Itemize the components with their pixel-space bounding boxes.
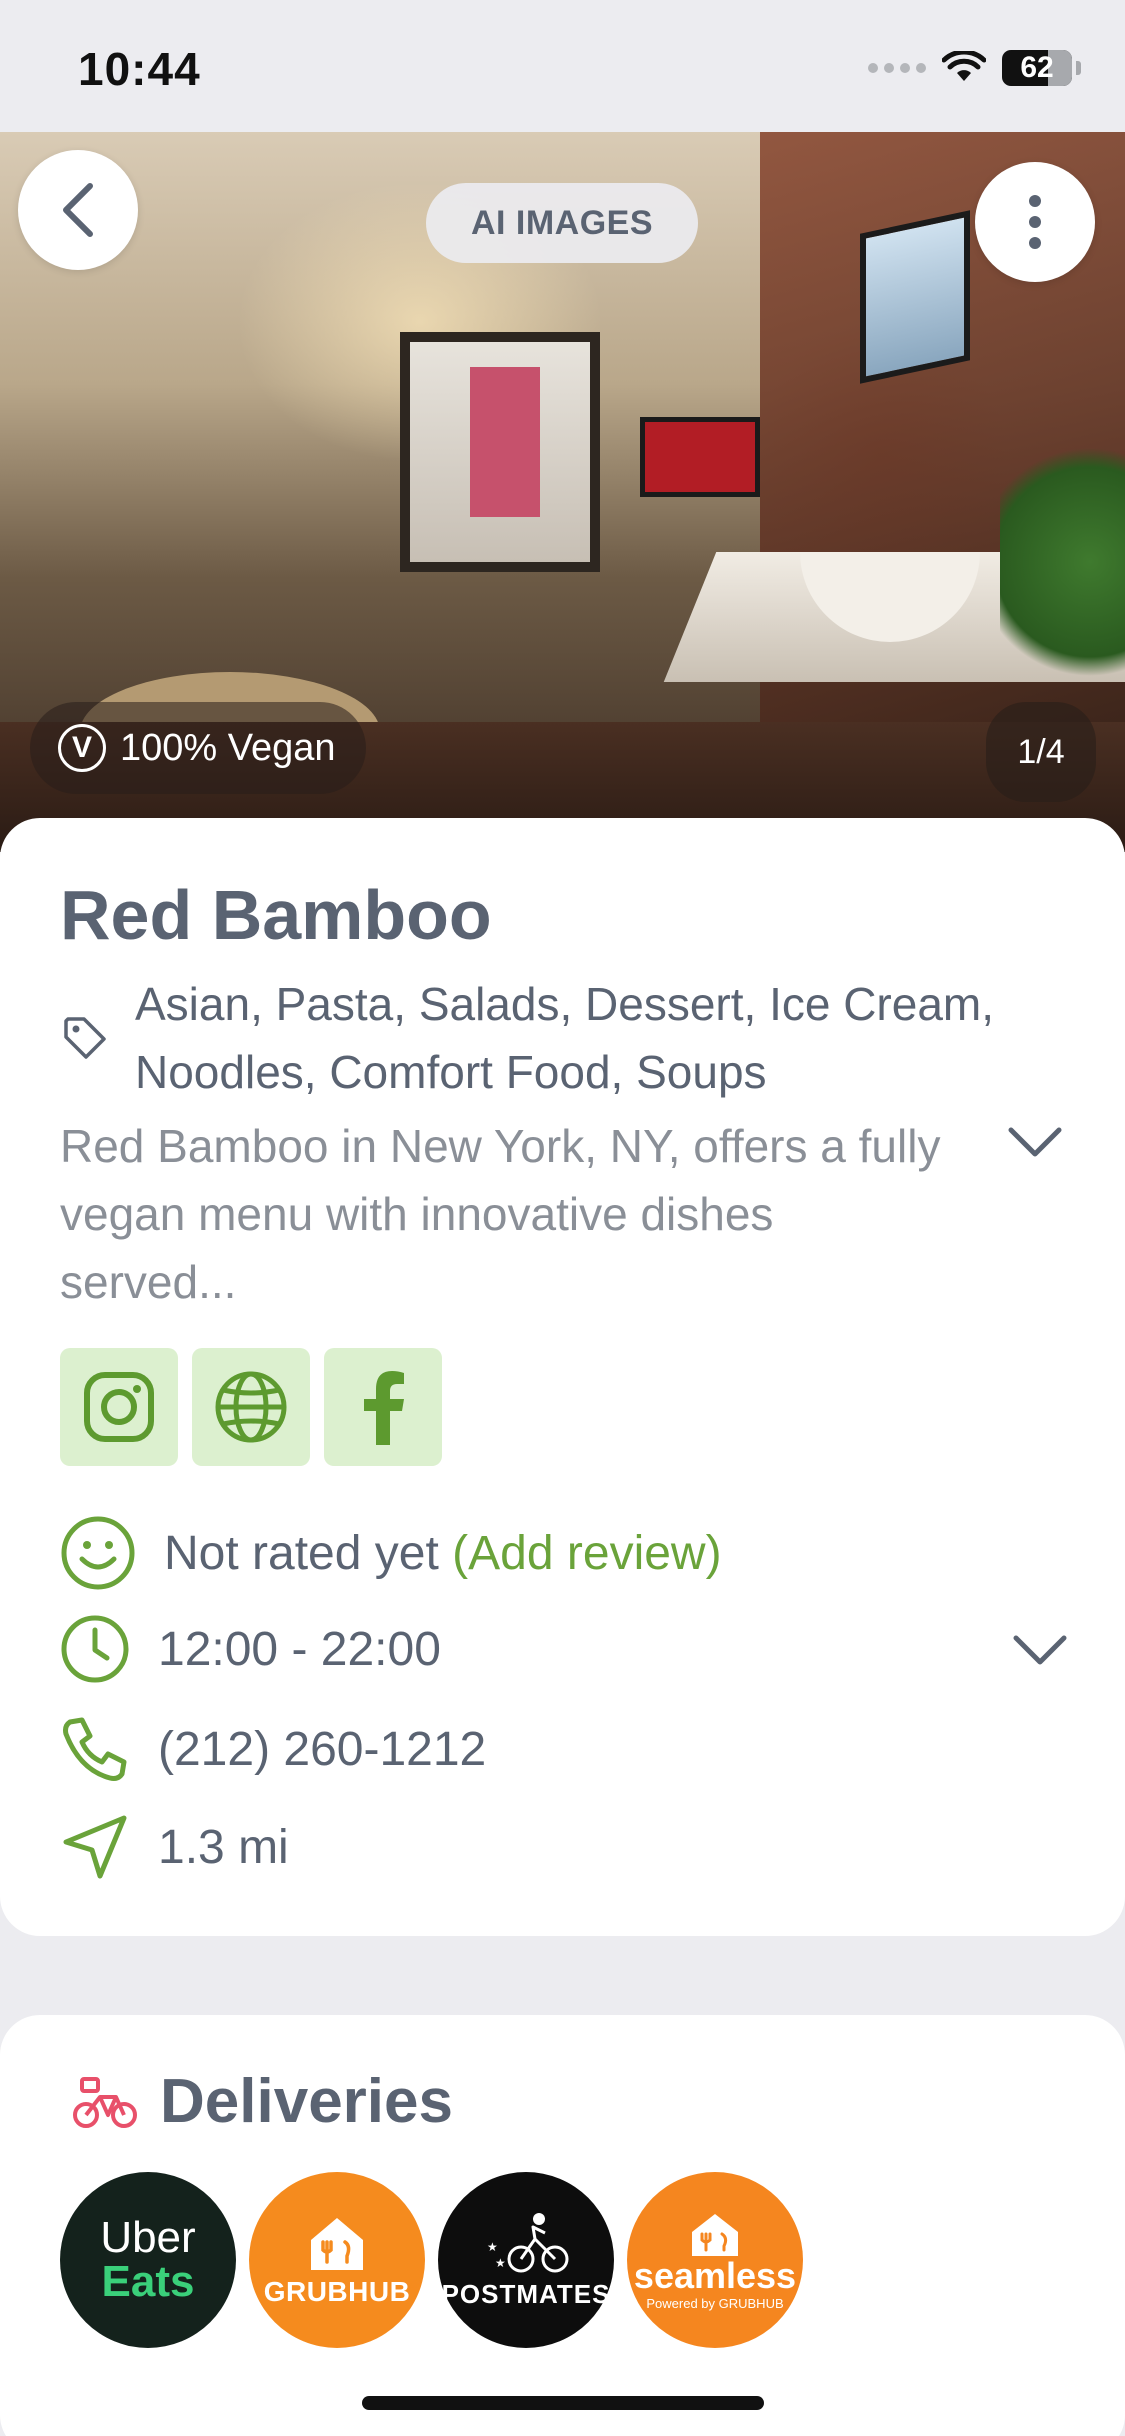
more-vertical-icon: [1029, 195, 1041, 249]
distance-row[interactable]: 1.3 mi: [60, 1812, 289, 1882]
more-options-button[interactable]: [975, 162, 1095, 282]
postmates-rider-icon: ★ ★: [487, 2212, 569, 2272]
seamless-logo-text: seamless: [633, 2254, 797, 2296]
back-button[interactable]: [18, 150, 138, 270]
rating-text: Not rated yet: [164, 1526, 439, 1580]
chevron-down-icon[interactable]: [1010, 1630, 1070, 1670]
vegan-label: 100% Vegan: [120, 726, 336, 769]
status-time: 10:44: [78, 43, 201, 95]
ai-images-label[interactable]: AI IMAGES: [426, 183, 698, 263]
clock-icon: [61, 1615, 129, 1683]
distance: 1.3 mi: [158, 1820, 289, 1874]
smiley-icon: [61, 1516, 135, 1590]
status-bar: 10:44 62: [0, 0, 1125, 132]
social-links: [60, 1348, 442, 1466]
opening-hours: 12:00 - 22:00: [158, 1622, 441, 1676]
status-indicators: 62: [868, 50, 1081, 86]
grubhub-button[interactable]: GRUBHUB: [249, 2172, 425, 2348]
seamless-button[interactable]: seamless Powered by GRUBHUB: [627, 2172, 803, 2348]
battery-level: 62: [1020, 51, 1054, 84]
phone-icon: [63, 1717, 127, 1781]
seamless-powered-by: Powered by GRUBHUB: [646, 2295, 784, 2311]
chevron-down-icon[interactable]: [1005, 1122, 1065, 1162]
grubhub-logo-text: GRUBHUB: [263, 2276, 411, 2307]
vegan-icon: V: [58, 724, 106, 772]
phone-row[interactable]: (212) 260-1212: [60, 1714, 486, 1784]
deliveries-title: Deliveries: [160, 2067, 453, 2136]
vegan-badge: V 100% Vegan: [30, 702, 366, 794]
delivery-bike-icon: [73, 2077, 137, 2128]
svg-text:★: ★: [495, 2256, 506, 2270]
chevron-left-icon: [63, 183, 93, 237]
wifi-icon: [942, 51, 986, 81]
facebook-icon: [364, 1371, 404, 1445]
image-counter: 1/4: [986, 702, 1096, 802]
restaurant-name: Red Bamboo: [60, 876, 492, 954]
instagram-icon: [84, 1372, 154, 1442]
hours-row[interactable]: 12:00 - 22:00: [60, 1614, 441, 1684]
website-button[interactable]: [192, 1348, 310, 1466]
restaurant-description: Red Bamboo in New York, NY, offers a ful…: [60, 1120, 941, 1308]
navigation-arrow-icon: [63, 1815, 127, 1879]
cellular-signal-icon: [868, 63, 926, 73]
globe-icon: [215, 1371, 287, 1443]
uber-eats-logo-line1: Uber: [100, 2213, 196, 2262]
delivery-services: Uber Eats GRUBHUB ★ ★ POSTMATES seamless…: [60, 2172, 803, 2348]
grubhub-house-icon: [311, 2218, 363, 2270]
uber-eats-logo-line2: Eats: [101, 2257, 195, 2306]
instagram-button[interactable]: [60, 1348, 178, 1466]
phone-number: (212) 260-1212: [158, 1722, 487, 1776]
cuisine-tags: Asian, Pasta, Salads, Dessert, Ice Cream…: [135, 978, 995, 1098]
seamless-house-icon: [692, 2213, 738, 2256]
battery-icon: 62: [1002, 50, 1072, 86]
postmates-button[interactable]: ★ ★ POSTMATES: [438, 2172, 614, 2348]
rating-row: Not rated yet (Add review): [60, 1515, 722, 1591]
postmates-logo-text: POSTMATES: [441, 2278, 611, 2309]
facebook-button[interactable]: [324, 1348, 442, 1466]
tag-icon: [64, 1017, 106, 1059]
svg-text:★: ★: [487, 2240, 498, 2254]
home-indicator[interactable]: [362, 2396, 764, 2410]
uber-eats-button[interactable]: Uber Eats: [60, 2172, 236, 2348]
add-review-link[interactable]: (Add review): [452, 1527, 721, 1580]
